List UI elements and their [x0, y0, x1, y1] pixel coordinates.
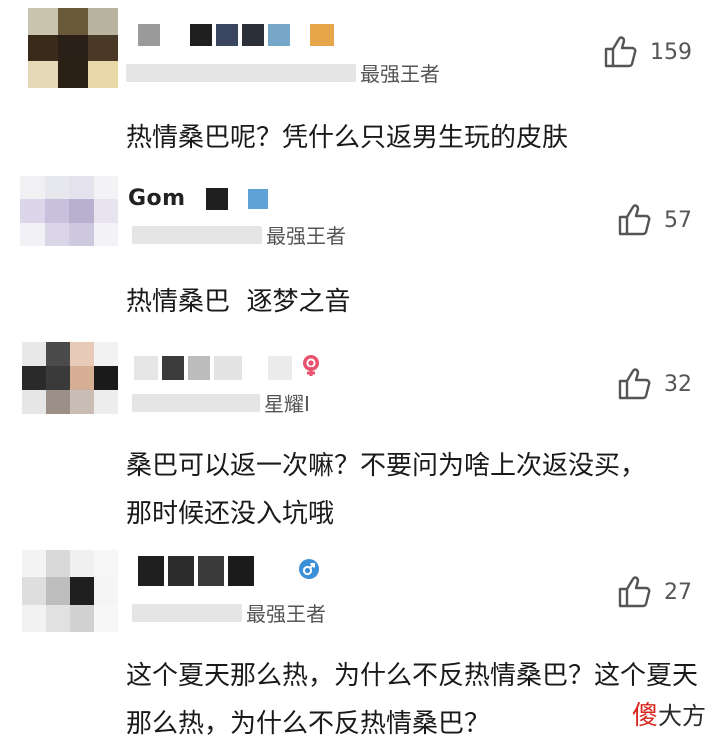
comment-item: 星耀Ⅰ 32 桑巴可以返一次嘛？不要问为啥上次返没买，那时候还没入坑哦 [0, 340, 720, 540]
comment-text: 这个夏天那么热，为什么不反热情桑巴？这个夏天那么热，为什么不反热情桑巴？ [126, 661, 699, 739]
meta-row: 最强王者 [126, 58, 440, 87]
username-text: Gom [128, 186, 186, 211]
thumbs-up-icon[interactable] [618, 576, 652, 608]
comment-text: 热情桑巴 逐梦之音 [126, 287, 351, 317]
meta-row: 最强王者 [132, 598, 326, 627]
meta-row: 最强王者 [132, 220, 346, 249]
like-button[interactable]: 159 [604, 36, 692, 68]
username-blurred[interactable] [138, 556, 320, 586]
comment-text: 热情桑巴呢？凭什么只返男生玩的皮肤 [126, 123, 569, 153]
female-icon [300, 354, 322, 382]
like-button[interactable]: 32 [618, 368, 692, 400]
comment-text: 桑巴可以返一次嘛？不要问为啥上次返没买，那时候还没入坑哦 [126, 451, 647, 529]
male-icon [298, 558, 320, 584]
watermark-logo: 傻 大方 [632, 695, 706, 732]
username-blurred[interactable] [134, 354, 322, 382]
avatar[interactable] [28, 8, 118, 88]
avatar[interactable] [22, 342, 118, 414]
thumbs-up-icon[interactable] [618, 368, 652, 400]
like-count: 27 [664, 579, 692, 605]
like-count: 57 [664, 207, 692, 233]
username-blurred[interactable] [138, 24, 334, 46]
like-button[interactable]: 27 [618, 576, 692, 608]
meta-row: 星耀Ⅰ [132, 388, 310, 417]
like-count: 159 [650, 39, 692, 65]
watermark-part2: 大方 [658, 702, 706, 730]
watermark-part1: 傻 [631, 701, 658, 731]
rank-label: 最强王者 [246, 602, 326, 626]
like-count: 32 [664, 371, 692, 397]
like-button[interactable]: 57 [618, 204, 692, 236]
comment-item: Gom 最强王者 57 热情桑巴 逐梦之音 [0, 170, 720, 340]
rank-label: 最强王者 [266, 224, 346, 248]
rank-label: 星耀Ⅰ [264, 392, 310, 416]
avatar[interactable] [22, 550, 118, 632]
comment-item: 最强王者 159 热情桑巴呢？凭什么只返男生玩的皮肤 [0, 0, 720, 170]
rank-label: 最强王者 [360, 62, 440, 86]
avatar[interactable] [20, 176, 118, 246]
thumbs-up-icon[interactable] [618, 204, 652, 236]
comment-item: 最强王者 27 这个夏天那么热，为什么不反热情桑巴？这个夏天那么热，为什么不反热… [0, 540, 720, 752]
username[interactable]: Gom [128, 186, 268, 211]
thumbs-up-icon[interactable] [604, 36, 638, 68]
